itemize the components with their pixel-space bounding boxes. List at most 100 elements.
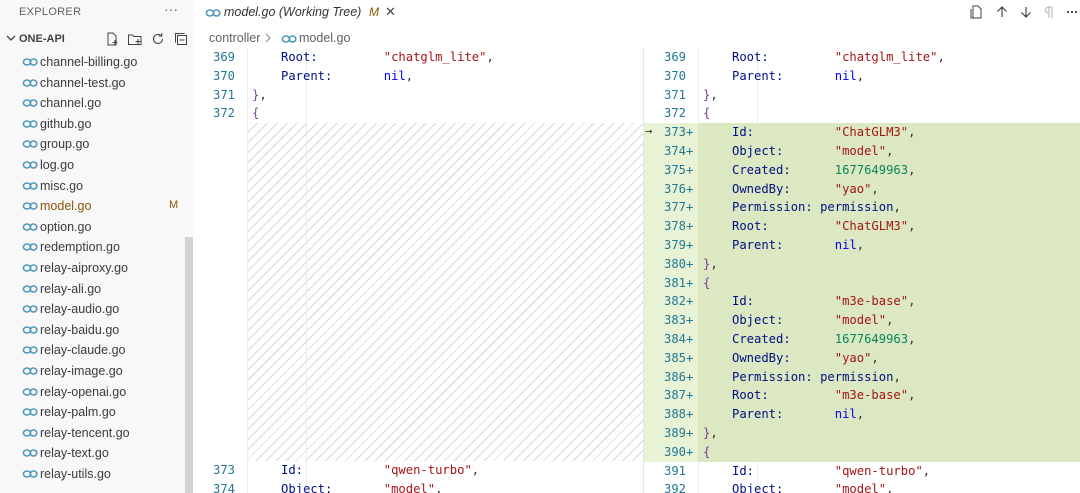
chevron-right-icon [265,33,271,43]
file-name: group.go [40,137,90,152]
added-code-line: 379 + Parent: nil, [644,236,1080,255]
code-line: 370 Parent: nil, [193,67,643,86]
line-number: 369 [663,50,686,64]
go-file-icon [22,202,38,210]
more-actions-icon[interactable]: ··· [164,1,178,17]
added-marker: + [686,238,694,252]
line-number: 384 [663,332,686,346]
file-item[interactable]: redemption.go [0,237,185,258]
open-file-icon[interactable] [969,4,985,20]
go-file-icon [22,58,38,66]
file-name: relay-baidu.go [40,322,120,337]
line-number: 391 [663,463,686,478]
go-file-icon [22,78,38,87]
added-marker: + [686,294,694,309]
file-item[interactable]: github.go [0,114,185,135]
line-number: 376 [663,181,686,196]
line-number: 371 [663,87,686,102]
code-line: 371}, [644,86,1080,105]
file-item[interactable]: relay-audio.go [0,299,185,320]
code-line: 369 Root: "chatglm_lite", [644,48,1080,67]
code-text: { [703,106,711,121]
project-folder-row[interactable]: ONE-API [0,28,193,50]
line-number: 372 [212,106,235,121]
arrow-down-icon[interactable] [1018,4,1034,20]
toggle-whitespace-icon[interactable] [1042,4,1058,20]
breadcrumb-folder[interactable]: controller [209,31,260,45]
refresh-icon[interactable] [150,31,166,47]
collapse-all-icon[interactable] [173,31,189,47]
line-number: 372 [663,106,686,121]
file-item[interactable]: group.go [0,134,185,155]
line-number: 371 [212,87,235,102]
close-icon[interactable]: ✕ [385,4,396,20]
added-code-line: 378 + Root: "ChatGLM3", [644,217,1080,236]
file-item[interactable]: relay-openai.go [0,382,185,403]
line-number: 379 [663,238,686,252]
tab-model-go[interactable]: model.go (Working Tree) M ✕ [193,0,405,26]
file-item[interactable]: relay-claude.go [0,340,185,361]
go-file-icon [281,35,297,43]
code-text: Parent: nil, [732,68,865,83]
file-item[interactable]: channel.go [0,93,185,114]
file-item[interactable]: misc.go [0,176,185,197]
code-text: Permission: permission, [732,200,901,215]
code-text: Created: 1677649963, [732,162,916,177]
arrow-up-icon[interactable] [994,4,1010,20]
line-number: 383 [663,313,686,328]
file-item[interactable]: relay-aiproxy.go [0,258,185,279]
code-line: 373 Id: "qwen-turbo", [193,461,643,480]
explorer-header: EXPLORER ··· [0,0,193,24]
line-number: 373 [663,125,686,140]
new-file-icon[interactable] [104,31,120,47]
file-item[interactable]: channel-test.go [0,73,185,94]
file-item[interactable]: relay-palm.go [0,402,185,423]
file-item[interactable]: relay-image.go [0,361,185,382]
code-text: }, [703,426,718,440]
sidebar-scrollbar[interactable] [185,237,193,493]
go-file-icon [22,449,38,458]
added-code-line: 384 + Created: 1677649963, [644,330,1080,349]
file-item[interactable]: relay-text.go [0,443,185,464]
added-marker: + [686,275,694,290]
added-code-line: 386 + Permission: permission, [644,367,1080,387]
file-item[interactable]: model.go M [0,196,185,217]
code-text: Root: "ChatGLM3", [732,219,916,234]
file-item[interactable]: relay-tencent.go [0,423,185,444]
file-item[interactable]: relay-baidu.go [0,320,185,341]
more-icon[interactable] [1064,4,1080,20]
go-file-icon [22,284,38,293]
added-code-line: 380 +}, [644,254,1080,274]
line-number: 374 [212,481,235,493]
go-file-icon [22,305,38,313]
added-code-line: 375 + Created: 1677649963, [644,160,1080,180]
added-code-line: 385 + OwnedBy: "yao", [644,348,1080,368]
line-number: 370 [212,68,235,83]
line-number: 389 [663,426,686,440]
breadcrumb-file[interactable]: model.go [299,31,350,45]
code-text: Id: "qwen-turbo", [732,463,931,478]
code-text: }, [703,87,718,102]
line-number: 369 [212,50,235,64]
file-item[interactable]: log.go [0,155,185,176]
code-text: OwnedBy: "yao", [732,181,879,196]
go-file-icon [22,140,38,149]
diff-modified-pane[interactable]: 369 Root: "chatglm_lite", 370 Parent: nil, 3… [643,48,1080,493]
diff-original-pane[interactable]: 369 Root: "chatglm_lite", 370 Parent: nil, 3… [193,48,643,493]
go-file-icon [22,470,38,478]
code-text: Object: "model", [732,482,894,493]
code-text: Object: "model", [281,481,443,493]
file-item[interactable]: relay-ali.go [0,279,185,300]
code-line: 372 { [644,104,1080,123]
file-item[interactable]: channel-billing.go [0,52,185,73]
file-name: relay-audio.go [40,302,120,317]
new-folder-icon[interactable] [127,31,143,47]
file-item[interactable]: option.go [0,217,185,238]
file-item[interactable]: relay-utils.go [0,464,185,485]
file-name: misc.go [40,178,84,193]
code-text: Id: "ChatGLM3", [732,125,916,140]
go-file-icon [22,119,38,128]
code-text: { [703,444,711,459]
go-file-icon [22,222,38,231]
line-number: 370 [663,68,686,83]
